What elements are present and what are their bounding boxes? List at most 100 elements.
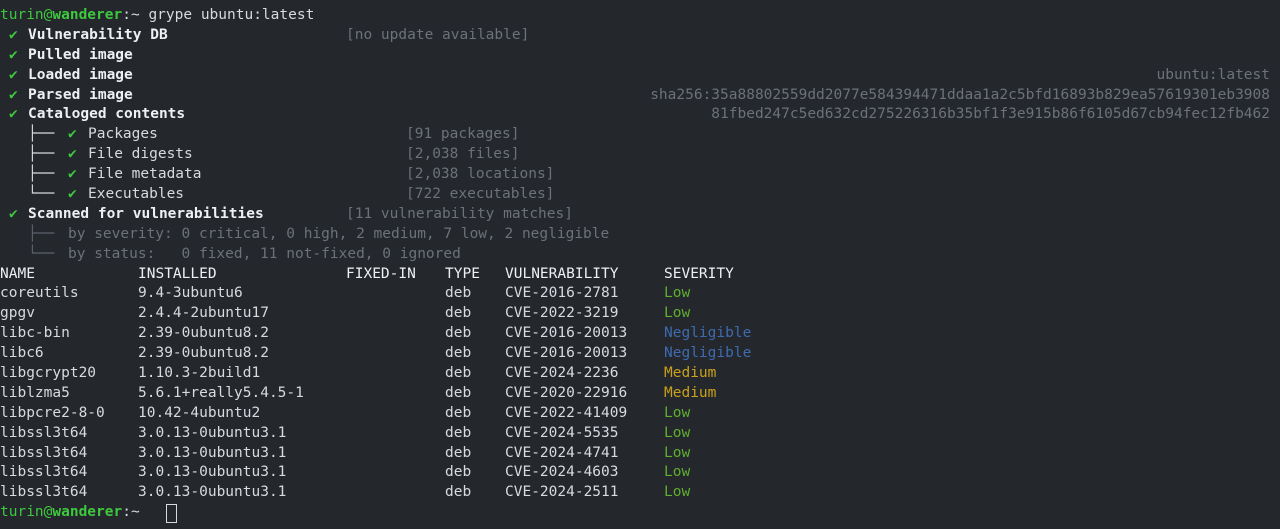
cell-vulnerability: CVE-2024-4603 [505,464,619,481]
prompt: turin@wanderer:~ grype ubuntu:latest [0,6,314,26]
cell-severity: Low [664,404,691,421]
cell-name: libc-bin [0,325,70,342]
tree-branch-end-icon: └── [28,245,55,262]
cell-type: deb [445,305,472,322]
catalog-status: [91 packages] [406,126,520,143]
scan-line: ✔ Scanned for vulnerabilities [11 vulner… [0,205,1280,225]
col-fixed-in-header: FIXED-IN [346,265,416,282]
catalog-item: ├── ✔ Packages [91 packages] [0,125,1280,145]
col-vulnerability-header: VULNERABILITY [505,265,619,282]
col-name-header: NAME [0,265,35,282]
cell-vulnerability: CVE-2024-4741 [505,444,619,461]
table-row: libc6 2.39-0ubuntu8.2 deb CVE-2016-20013 Neg… [0,344,1280,364]
tree-branch-icon: └── [28,186,55,203]
cell-installed: 3.0.13-0ubuntu3.1 [138,484,287,501]
cell-vulnerability: CVE-2016-20013 [505,345,628,362]
scan-status: [11 vulnerability matches] [346,205,573,222]
cell-name: coreutils [0,285,79,302]
cell-type: deb [445,325,472,342]
cell-type: deb [445,384,472,401]
cell-name: liblzma5 [0,384,70,401]
catalog-label: File metadata [88,166,202,183]
cell-installed: 3.0.13-0ubuntu3.1 [138,444,287,461]
catalog-status: [722 executables] [406,186,555,203]
step-label: Loaded image [28,66,133,83]
table-row: libssl3t64 3.0.13-0ubuntu3.1 deb CVE-2024-2… [0,483,1280,503]
cell-installed: 5.6.1+really5.4.5-1 [138,384,304,401]
cell-installed: 9.4-3ubuntu6 [138,285,243,302]
table-header: NAME INSTALLED FIXED-IN TYPE VULNERABILI… [0,265,1280,285]
catalog-label: Packages [88,126,158,143]
cell-vulnerability: CVE-2020-22916 [505,384,628,401]
catalog-label: File digests [88,146,193,163]
tree-branch-icon: ├── [28,166,55,183]
cell-vulnerability: CVE-2022-3219 [505,305,619,322]
check-icon: ✔ [68,126,77,143]
cell-severity: Low [664,285,691,302]
cell-name: libc6 [0,345,44,362]
scan-label: Scanned for vulnerabilities [28,205,264,222]
table-row: liblzma5 5.6.1+really5.4.5-1 deb CVE-2020-2… [0,384,1280,404]
check-icon: ✔ [68,146,77,163]
cell-type: deb [445,444,472,461]
prompt-path: :~ [122,7,140,23]
table-row: libssl3t64 3.0.13-0ubuntu3.1 deb CVE-2024-4… [0,463,1280,483]
scan-status-line: └── by status: 0 fixed, 11 not-fixed, 0 … [0,245,1280,265]
table-row: libssl3t64 3.0.13-0ubuntu3.1 deb CVE-2024-4… [0,444,1280,464]
table-row: libpcre2-8-0 10.42-4ubuntu2 deb CVE-2022-41… [0,404,1280,424]
catalog-item: ├── ✔ File metadata [2,038 locations] [0,165,1280,185]
table-row: libgcrypt20 1.10.3-2build1 deb CVE-2024-223… [0,364,1280,384]
cell-type: deb [445,484,472,501]
check-icon: ✔ [68,166,77,183]
cell-name: libssl3t64 [0,444,88,461]
cell-installed: 2.39-0ubuntu8.2 [138,345,269,362]
prompt: turin@wanderer:~ [0,503,140,523]
step-label: Vulnerability DB [28,26,168,43]
scan-severity-line: ├── by severity: 0 critical, 0 high, 2 m… [0,225,1280,245]
cell-installed: 3.0.13-0ubuntu3.1 [138,464,287,481]
terminal-cursor[interactable] [166,504,177,524]
prompt-line[interactable]: turin@wanderer:~ [0,503,1280,524]
cell-vulnerability: CVE-2022-41409 [505,404,628,421]
cell-severity: Low [664,305,691,322]
prompt-user: turin [0,504,44,521]
table-row: gpgv 2.4.4-2ubuntu17 deb CVE-2022-3219 Low [0,304,1280,324]
step-detail: sha256:35a88802559dd2077e584394471ddaa1a… [650,86,1270,103]
cell-vulnerability: CVE-2016-2781 [505,285,619,302]
cell-severity: Negligible [664,325,752,342]
cell-severity: Low [664,424,691,441]
cell-installed: 3.0.13-0ubuntu3.1 [138,424,287,441]
command-line: turin@wanderer:~ grype ubuntu:latest [0,6,1280,26]
table-row: coreutils 9.4-3ubuntu6 deb CVE-2016-2781 Low [0,284,1280,304]
cell-name: libgcrypt20 [0,365,97,382]
col-type-header: TYPE [445,265,480,282]
step-line: ✔ Vulnerability DB [no update available] [0,26,1280,46]
step-label: Cataloged contents [28,106,186,123]
col-severity-header: SEVERITY [664,265,734,282]
cell-severity: Low [664,464,691,481]
check-icon: ✔ [9,66,18,83]
step-status: [no update available] [346,26,530,43]
cell-type: deb [445,464,472,481]
cell-vulnerability: CVE-2024-2236 [505,365,619,382]
step-label: Pulled image [28,46,133,63]
cell-name: libpcre2-8-0 [0,404,105,421]
step-line: ✔ Cataloged contents 81fbed247c5ed632cd275… [0,105,1280,125]
catalog-item: ├── ✔ File digests [2,038 files] [0,145,1280,165]
table-row: libssl3t64 3.0.13-0ubuntu3.1 deb CVE-2024-5… [0,424,1280,444]
check-icon: ✔ [9,106,18,123]
cell-vulnerability: CVE-2024-5535 [505,424,619,441]
step-label: Parsed image [28,86,133,103]
cell-name: libssl3t64 [0,484,88,501]
terminal-window[interactable]: turin@wanderer:~ grype ubuntu:latest ✔ Vu… [0,0,1280,529]
scan-by-severity: by severity: 0 critical, 0 high, 2 mediu… [68,225,610,242]
catalog-status: [2,038 files] [406,146,520,163]
cell-name: libssl3t64 [0,464,88,481]
cell-installed: 10.42-4ubuntu2 [138,404,261,421]
step-line: ✔ Parsed image sha256:35a88802559dd2077e58… [0,86,1280,106]
table-row: libc-bin 2.39-0ubuntu8.2 deb CVE-2016-20013… [0,324,1280,344]
cell-severity: Low [664,444,691,461]
cell-vulnerability: CVE-2024-2511 [505,484,619,501]
check-icon: ✔ [9,205,18,222]
cell-severity: Medium [664,384,717,401]
